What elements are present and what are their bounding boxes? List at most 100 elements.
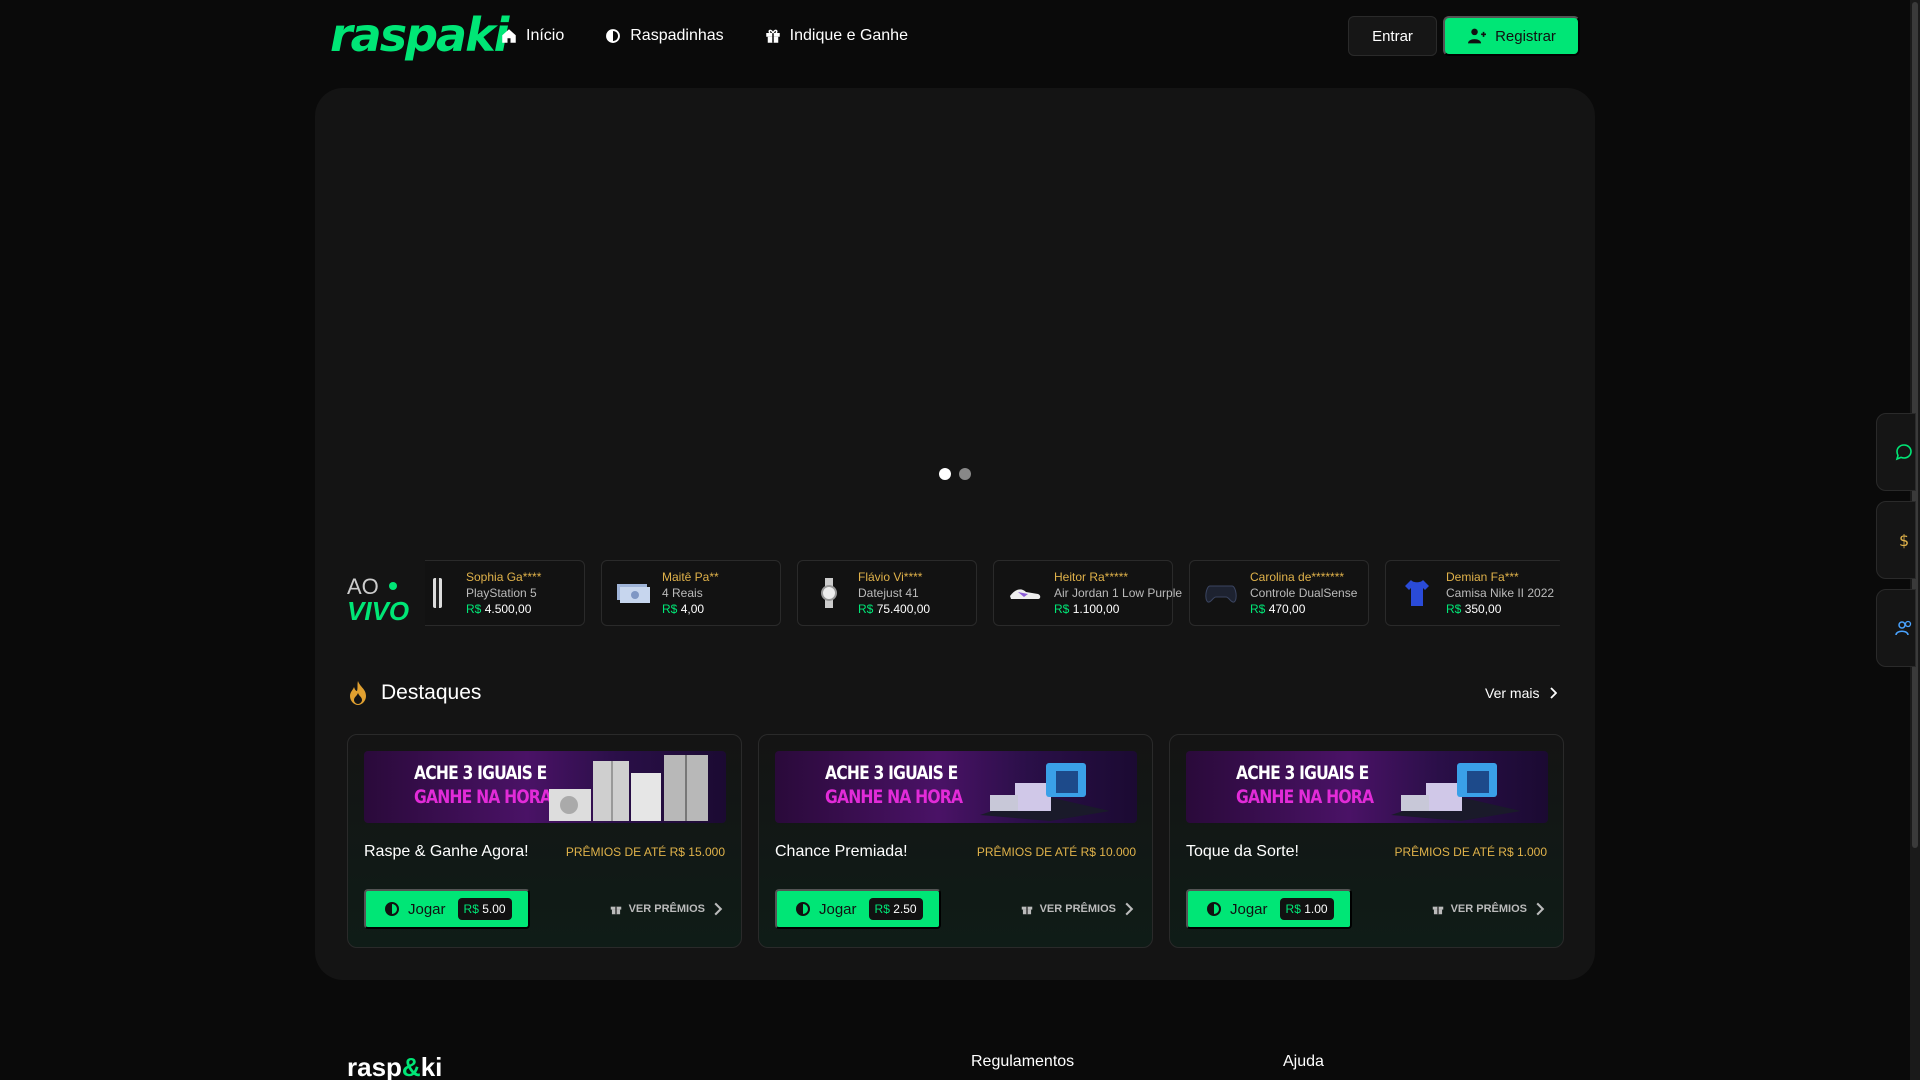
prize-name: 4 Reais: [662, 586, 703, 600]
card-title: Toque da Sorte!: [1186, 843, 1299, 860]
see-prizes-link[interactable]: VER PRÊMIOS: [1431, 902, 1547, 916]
hero-carousel[interactable]: [315, 88, 1595, 488]
scratch-card[interactable]: ACHE 3 IGUAIS E GANHE NA HORA Chance Prem…: [758, 734, 1153, 948]
nav-label: Raspadinhas: [630, 27, 724, 44]
play-button[interactable]: Jogar R$ 2.50: [775, 889, 941, 929]
gadgets-image: [1391, 763, 1521, 821]
prize-name: Controle DualSense: [1250, 586, 1358, 600]
gift-icon: [610, 906, 621, 915]
winner-name: Heitor Ra*****: [1054, 570, 1129, 584]
chat-side-button[interactable]: [1876, 413, 1916, 491]
gift-icon: [1432, 906, 1443, 915]
users-icon: [1895, 620, 1912, 636]
login-button[interactable]: Entrar: [1348, 16, 1437, 56]
coin-icon: [1207, 902, 1221, 916]
card-prize: PRÊMIOS DE ATÉ R$ 10.000: [976, 845, 1136, 859]
price-tag: R$ 2.50: [868, 898, 923, 920]
main-nav: Início Raspadinhas Indique e Ganhe: [500, 22, 908, 50]
featured-heading: Destaques: [347, 680, 481, 706]
chevron-right-icon: [1550, 687, 1558, 699]
register-label: Registrar: [1495, 27, 1556, 45]
prize-value: R$ 75.400,00: [858, 602, 931, 616]
prize-value: R$ 1.100,00: [1054, 602, 1120, 616]
sneaker-icon: [1008, 576, 1042, 610]
top-header: raspaki Início Raspadinhas Indique e Gan…: [0, 0, 1910, 72]
price-tag: R$ 5.00: [457, 898, 512, 920]
carousel-dot-1[interactable]: [939, 468, 951, 480]
playstation-icon: [425, 576, 454, 610]
footer-regulations-heading: Regulamentos: [971, 1053, 1075, 1070]
chevron-right-icon: [1536, 902, 1545, 916]
live-win-card: Sophia Ga**** PlayStation 5 R$ 4.500,00: [425, 560, 585, 626]
coin-icon: [796, 902, 810, 916]
play-label: Jogar: [1230, 900, 1268, 918]
gamepad-icon: [1204, 576, 1238, 610]
price-tag: R$ 1.00: [1279, 898, 1334, 920]
live-indicator-dot: [389, 582, 397, 590]
play-label: Jogar: [819, 900, 857, 918]
see-more-label: Ver mais: [1485, 685, 1540, 701]
coin-icon: [606, 29, 621, 43]
coin-icon: [385, 902, 399, 916]
live-win-card: Demian Fa*** Camisa Nike II 2022 R$ 350,…: [1385, 560, 1560, 626]
card-banner[interactable]: ACHE 3 IGUAIS E GANHE NA HORA: [1186, 751, 1548, 823]
see-prizes-link[interactable]: VER PRÊMIOS: [609, 902, 725, 916]
live-win-card: Flávio Vi**** Datejust 41 R$ 75.400,00: [797, 560, 977, 626]
card-banner[interactable]: ACHE 3 IGUAIS E GANHE NA HORA: [364, 751, 726, 823]
card-prize: PRÊMIOS DE ATÉ R$ 1.000: [1394, 845, 1547, 859]
nav-item-inicio[interactable]: Início: [500, 22, 564, 50]
svg-text:$: $: [1899, 531, 1909, 549]
live-win-card: Maitê Pa** 4 Reais R$ 4,00: [601, 560, 781, 626]
carousel-dot-2[interactable]: [959, 468, 971, 480]
card-banner[interactable]: ACHE 3 IGUAIS E GANHE NA HORA: [775, 751, 1137, 823]
see-more-link[interactable]: Ver mais: [1485, 685, 1558, 701]
main-panel: AO VIVO Sophia Ga**** PlayStation 5 R$ 4…: [315, 88, 1595, 980]
nav-item-raspadinhas[interactable]: Raspadinhas: [604, 22, 724, 50]
scratch-card[interactable]: ACHE 3 IGUAIS E GANHE NA HORA Toque da So…: [1169, 734, 1564, 948]
register-button[interactable]: Registrar: [1443, 16, 1580, 56]
prize-value: R$ 470,00: [1250, 602, 1306, 616]
prize-value: R$ 350,00: [1446, 602, 1502, 616]
live-label-vivo: VIVO: [347, 596, 410, 626]
play-label: Jogar: [408, 900, 446, 918]
prize-name: Camisa Nike II 2022: [1446, 586, 1555, 600]
site-logo[interactable]: raspaki: [330, 12, 509, 58]
footer-logo[interactable]: rasp&ki: [347, 1052, 442, 1080]
fire-icon: [350, 681, 366, 705]
footer-help-heading: Ajuda: [1283, 1053, 1324, 1070]
card-prize: PRÊMIOS DE ATÉ R$ 15.000: [565, 845, 725, 859]
see-prizes-label: VER PRÊMIOS: [1450, 903, 1527, 915]
see-prizes-label: VER PRÊMIOS: [628, 903, 705, 915]
nav-item-indique[interactable]: Indique e Ganhe: [764, 22, 908, 50]
see-prizes-link[interactable]: VER PRÊMIOS: [1020, 902, 1136, 916]
live-win-card: Heitor Ra***** Air Jordan 1 Low Purple R…: [993, 560, 1182, 626]
see-prizes-label: VER PRÊMIOS: [1039, 903, 1116, 915]
banknote-icon: [616, 576, 650, 610]
featured-title: Destaques: [381, 681, 482, 704]
carousel-dots: [939, 468, 971, 480]
winner-name: Sophia Ga****: [466, 570, 542, 584]
live-win-card: Carolina de******* Controle DualSense R$…: [1189, 560, 1369, 626]
deposit-side-button[interactable]: $: [1876, 501, 1916, 579]
prize-value: R$ 4,00: [662, 602, 705, 616]
prize-name: Datejust 41: [858, 586, 919, 600]
featured-cards: ACHE 3 IGUAIS E GANHE NA HORA Raspe & Gan…: [347, 734, 1564, 948]
gift-icon: [765, 29, 780, 43]
referral-side-button[interactable]: [1876, 589, 1916, 667]
chevron-right-icon: [714, 902, 723, 916]
live-wins-ticker: Sophia Ga**** PlayStation 5 R$ 4.500,00 …: [425, 560, 1560, 626]
play-button[interactable]: Jogar R$ 1.00: [1186, 889, 1352, 929]
winner-name: Demian Fa***: [1446, 570, 1519, 584]
chat-icon: [1895, 444, 1912, 461]
card-title: Chance Premiada!: [775, 843, 908, 860]
winner-name: Carolina de*******: [1250, 570, 1345, 584]
card-title: Raspe & Ganhe Agora!: [364, 843, 529, 860]
watch-icon: [812, 576, 846, 610]
appliances-image: [549, 755, 708, 821]
nav-label: Indique e Ganhe: [789, 27, 908, 44]
scratch-card[interactable]: ACHE 3 IGUAIS E GANHE NA HORA Raspe & Gan…: [347, 734, 742, 948]
dollar-icon: $: [1899, 531, 1909, 549]
play-button[interactable]: Jogar R$ 5.00: [364, 889, 530, 929]
gadgets-image: [980, 763, 1110, 821]
shirt-icon: [1400, 576, 1434, 610]
